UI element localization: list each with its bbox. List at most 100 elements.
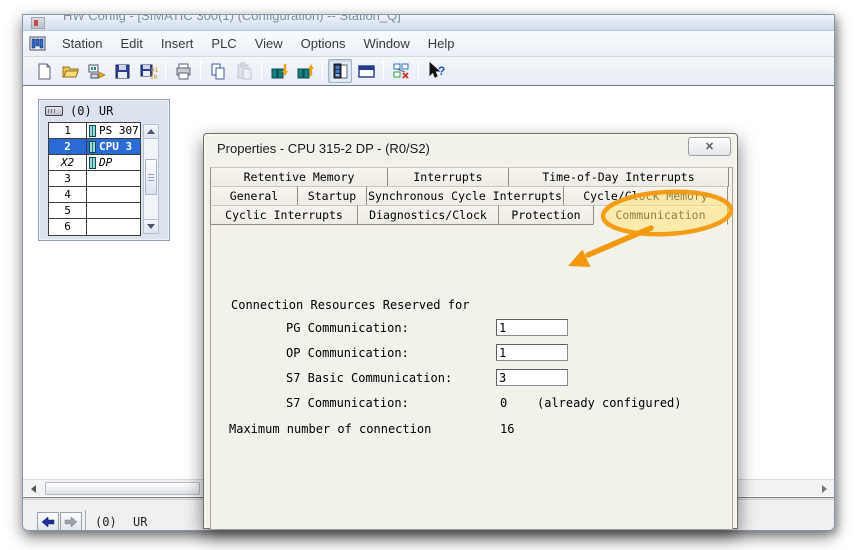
menu-options[interactable]: Options — [292, 33, 355, 54]
dialog-title: Properties - CPU 315-2 DP - (R0/S2) — [217, 141, 430, 156]
rack-scrollbar[interactable] — [143, 124, 159, 234]
menu-help[interactable]: Help — [419, 33, 464, 54]
bottom-rack-name: UR — [133, 515, 147, 529]
rack-icon — [45, 106, 63, 116]
open-online-icon — [87, 62, 106, 81]
tab-diagnostics-clock[interactable]: Diagnostics/Clock — [357, 205, 499, 225]
slot-number: X2 — [49, 155, 87, 170]
open-station-icon — [61, 62, 80, 81]
section-label: Connection Resources Reserved for — [231, 298, 469, 312]
scroll-up-icon[interactable] — [144, 125, 158, 139]
menu-insert[interactable]: Insert — [152, 33, 203, 54]
toolbar-button-print[interactable] — [171, 59, 195, 83]
rack-slot-row[interactable]: 3 — [49, 171, 140, 187]
next-rack-button[interactable] — [60, 512, 82, 531]
toolbar-button-open-online[interactable] — [84, 59, 108, 83]
menu-window[interactable]: Window — [354, 33, 418, 54]
close-icon: ✕ — [705, 140, 714, 153]
tab-cyclic-interrupts[interactable]: Cyclic Interrupts — [210, 205, 358, 225]
tab-communication[interactable]: Communication — [593, 205, 728, 225]
s7-basic-communication-input[interactable] — [496, 369, 568, 386]
toolbar-separator — [261, 61, 262, 81]
toolbar-button-save-compile[interactable]: 0110 — [136, 59, 160, 83]
menu-bar: StationEditInsertPLCViewOptionsWindowHel… — [23, 31, 834, 57]
tab-cycle-clock-memory[interactable]: Cycle/Clock Memory — [563, 186, 728, 206]
rack-slot-row[interactable]: 4 — [49, 187, 140, 203]
hscrollbar-thumb[interactable] — [45, 482, 200, 495]
toolbar-button-help-pointer[interactable]: ? — [424, 59, 448, 83]
toolbar-button-copy[interactable] — [206, 59, 230, 83]
rack-slot-row[interactable]: 2CPU 3 — [49, 139, 140, 155]
catalog-icon — [331, 62, 350, 81]
toolbar-button-network[interactable] — [389, 59, 413, 83]
rack-panel: (0) UR 1 PS 307 2CPU 3X2DP3456 — [38, 99, 170, 241]
summary-label: Maximum number of connection — [229, 422, 431, 436]
window-title: HW Config - [SIMATIC 300(1) (Configurati… — [63, 15, 401, 23]
module-icon — [89, 125, 96, 137]
tab-control: Retentive MemoryInterruptsTime-of-Day In… — [210, 167, 733, 529]
module-icon — [89, 157, 96, 169]
tab-general[interactable]: General — [210, 186, 298, 206]
menu-plc[interactable]: PLC — [202, 33, 245, 54]
field-value: 0 — [500, 396, 507, 410]
slot-number: 3 — [49, 171, 87, 186]
tab-time-of-day-interrupts[interactable]: Time-of-Day Interrupts — [508, 167, 729, 187]
toolbar-separator — [200, 61, 201, 81]
toolbar-button-window-toggle[interactable] — [354, 59, 378, 83]
field-note: (already configured) — [537, 396, 682, 410]
save-compile-icon: 0110 — [139, 62, 158, 81]
toolbar-button-open-station[interactable] — [58, 59, 82, 83]
new-station-icon — [35, 62, 54, 81]
svg-text:?: ? — [438, 64, 445, 78]
rack-slot-row[interactable]: X2DP — [49, 155, 140, 171]
tab-synchronous-cycle-interrupts[interactable]: Synchronous Cycle Interrupts — [366, 186, 564, 206]
save-icon — [113, 62, 132, 81]
tab-interrupts[interactable]: Interrupts — [387, 167, 509, 187]
print-icon — [174, 62, 193, 81]
toolbar-button-new-station[interactable] — [32, 59, 56, 83]
tab-protection[interactable]: Protection — [498, 205, 594, 225]
op-communication-input[interactable] — [496, 344, 568, 361]
toolbar-button-save[interactable] — [110, 59, 134, 83]
module-icon — [89, 141, 96, 153]
toolbar-separator — [383, 61, 384, 81]
rack-title: (0) UR — [70, 104, 113, 118]
toolbar-button-upload[interactable] — [293, 59, 317, 83]
toolbar-separator — [165, 61, 166, 81]
rack-slot-row[interactable]: 1 PS 307 — [49, 123, 140, 139]
scrollbar-thumb[interactable] — [145, 159, 157, 195]
toolbar-button-paste[interactable] — [232, 59, 256, 83]
menu-edit[interactable]: Edit — [111, 33, 151, 54]
pg-communication-input[interactable] — [496, 319, 568, 336]
rack-slot-row[interactable]: 5 — [49, 203, 140, 219]
previous-rack-button[interactable] — [37, 512, 59, 531]
summary-value: 16 — [500, 422, 514, 436]
tab-retentive-memory[interactable]: Retentive Memory — [210, 167, 388, 187]
rack-slot-row[interactable]: 6 — [49, 219, 140, 235]
close-button[interactable]: ✕ — [688, 137, 731, 156]
bottom-rack-index: (0) — [95, 515, 117, 529]
divider — [85, 510, 86, 531]
slot-number: 1 — [49, 123, 87, 138]
scroll-down-icon[interactable] — [144, 219, 158, 233]
download-icon — [270, 62, 289, 81]
toolbar-button-catalog[interactable] — [328, 59, 352, 83]
module-name: CPU 3 — [99, 140, 132, 153]
help-pointer-icon: ? — [427, 62, 446, 81]
svg-text:10: 10 — [150, 74, 158, 81]
field-label: OP Communication: — [286, 346, 409, 360]
scroll-left-icon[interactable] — [25, 481, 41, 496]
toolbar-button-download[interactable] — [267, 59, 291, 83]
module-name: PS 307 — [99, 124, 139, 137]
menu-view[interactable]: View — [246, 33, 292, 54]
window-toggle-icon — [357, 62, 376, 81]
paste-icon — [235, 62, 254, 81]
upload-icon — [296, 62, 315, 81]
menu-station[interactable]: Station — [53, 33, 111, 54]
hw-config-document-icon[interactable] — [29, 36, 47, 52]
copy-icon — [209, 62, 228, 81]
scroll-right-icon[interactable] — [816, 481, 832, 496]
field-label: S7 Basic Communication: — [286, 371, 452, 385]
slot-number: 5 — [49, 203, 87, 218]
tab-startup[interactable]: Startup — [297, 186, 367, 206]
